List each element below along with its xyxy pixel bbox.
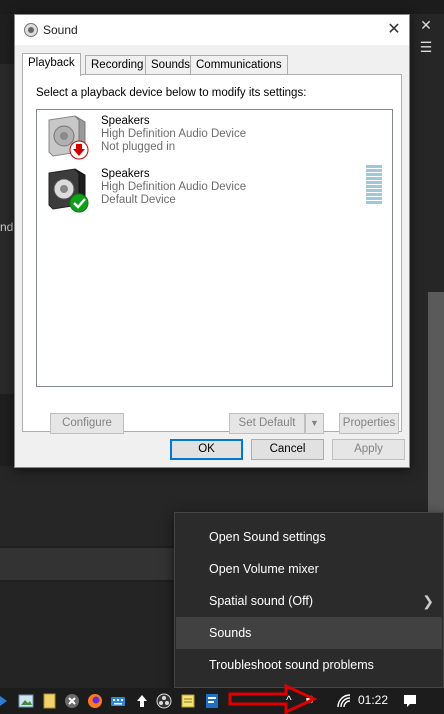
- menu-item-label: Sounds: [209, 626, 252, 640]
- menu-item-label: Spatial sound (Off): [209, 594, 313, 608]
- device-description: High Definition Audio Device: [101, 181, 247, 193]
- dialog-title-bar[interactable]: Sound ✕: [15, 15, 409, 45]
- notepad-icon[interactable]: [42, 693, 58, 709]
- taskbar-clock[interactable]: 01:22: [358, 693, 388, 707]
- device-status: Default Device: [101, 194, 176, 206]
- instructions-text: Select a playback device below to modify…: [36, 87, 307, 99]
- image-viewer-icon[interactable]: [18, 693, 34, 709]
- background-left-panel: nd: [0, 64, 14, 394]
- properties-button[interactable]: Properties: [339, 413, 399, 434]
- ok-button[interactable]: OK: [170, 439, 243, 460]
- background-menu-icon[interactable]: ☰: [408, 36, 444, 58]
- device-list[interactable]: Speakers High Definition Audio Device No…: [36, 109, 393, 387]
- configure-button[interactable]: Configure: [50, 413, 124, 434]
- apply-button[interactable]: Apply: [332, 439, 405, 460]
- tab-sounds[interactable]: Sounds: [145, 55, 197, 75]
- device-name: Speakers: [101, 168, 150, 180]
- playback-tab-panel: Select a playback device below to modify…: [22, 74, 402, 434]
- device-name: Speakers: [101, 115, 150, 127]
- sticky-notes-icon[interactable]: [180, 693, 196, 709]
- device-description: High Definition Audio Device: [101, 128, 247, 140]
- background-window-controls[interactable]: ✕ ☰: [408, 14, 444, 64]
- background-title-bar: [0, 0, 444, 14]
- tab-playback[interactable]: Playback: [22, 53, 81, 76]
- close-icon[interactable]: ✕: [379, 15, 409, 45]
- obs-icon[interactable]: [156, 693, 172, 709]
- menu-item-label: Open Volume mixer: [209, 562, 319, 576]
- menu-item-spatial-sound[interactable]: Spatial sound (Off) ❯: [176, 585, 442, 617]
- sound-dialog: Sound ✕ Playback Recording Sounds Commun…: [14, 14, 410, 468]
- dialog-title: Sound: [43, 23, 78, 37]
- tab-communications[interactable]: Communications: [190, 55, 288, 75]
- notification-icon[interactable]: [402, 693, 418, 709]
- background-bottom-panel: [0, 582, 176, 688]
- wifi-icon[interactable]: [336, 693, 352, 709]
- set-default-button[interactable]: Set Default: [229, 413, 305, 434]
- menu-item-label: Troubleshoot sound problems: [209, 658, 374, 672]
- menu-item-troubleshoot[interactable]: Troubleshoot sound problems: [176, 649, 442, 681]
- close-circle-icon[interactable]: [64, 693, 80, 709]
- cancel-button[interactable]: Cancel: [251, 439, 324, 460]
- play-arrow-icon[interactable]: [0, 693, 16, 709]
- background-lower-strip: [0, 548, 176, 580]
- chevron-right-icon: ❯: [422, 593, 434, 609]
- list-item[interactable]: Speakers High Definition Audio Device De…: [37, 163, 392, 215]
- background-close-icon[interactable]: ✕: [408, 14, 444, 36]
- volume-level-meter: [366, 165, 382, 205]
- chevron-down-icon: ▼: [310, 418, 319, 428]
- firefox-icon[interactable]: [87, 693, 103, 709]
- menu-item-sounds[interactable]: Sounds: [176, 617, 442, 649]
- menu-item-open-sound-settings[interactable]: Open Sound settings: [176, 521, 442, 553]
- set-default-dropdown[interactable]: ▼: [305, 413, 324, 434]
- speaker-device-icon: [48, 168, 89, 213]
- background-scrollbar[interactable]: [428, 292, 444, 516]
- menu-item-open-volume-mixer[interactable]: Open Volume mixer: [176, 553, 442, 585]
- sound-context-menu: Open Sound settings Open Volume mixer Sp…: [174, 512, 444, 688]
- annotation-arrow-icon: [228, 684, 318, 714]
- device-status: Not plugged in: [101, 141, 176, 153]
- upload-arrow-icon[interactable]: [134, 693, 150, 709]
- red-down-arrow-icon: [69, 140, 89, 160]
- speaker-icon: [24, 23, 38, 37]
- background-text-fragment: nd: [0, 220, 14, 234]
- list-item[interactable]: Speakers High Definition Audio Device No…: [37, 110, 392, 162]
- green-check-icon: [69, 193, 89, 213]
- keyboard-icon[interactable]: [110, 693, 126, 709]
- menu-item-label: Open Sound settings: [209, 530, 326, 544]
- document-app-icon[interactable]: [204, 693, 220, 709]
- tab-recording[interactable]: Recording: [85, 55, 150, 75]
- speaker-device-icon: [48, 115, 89, 160]
